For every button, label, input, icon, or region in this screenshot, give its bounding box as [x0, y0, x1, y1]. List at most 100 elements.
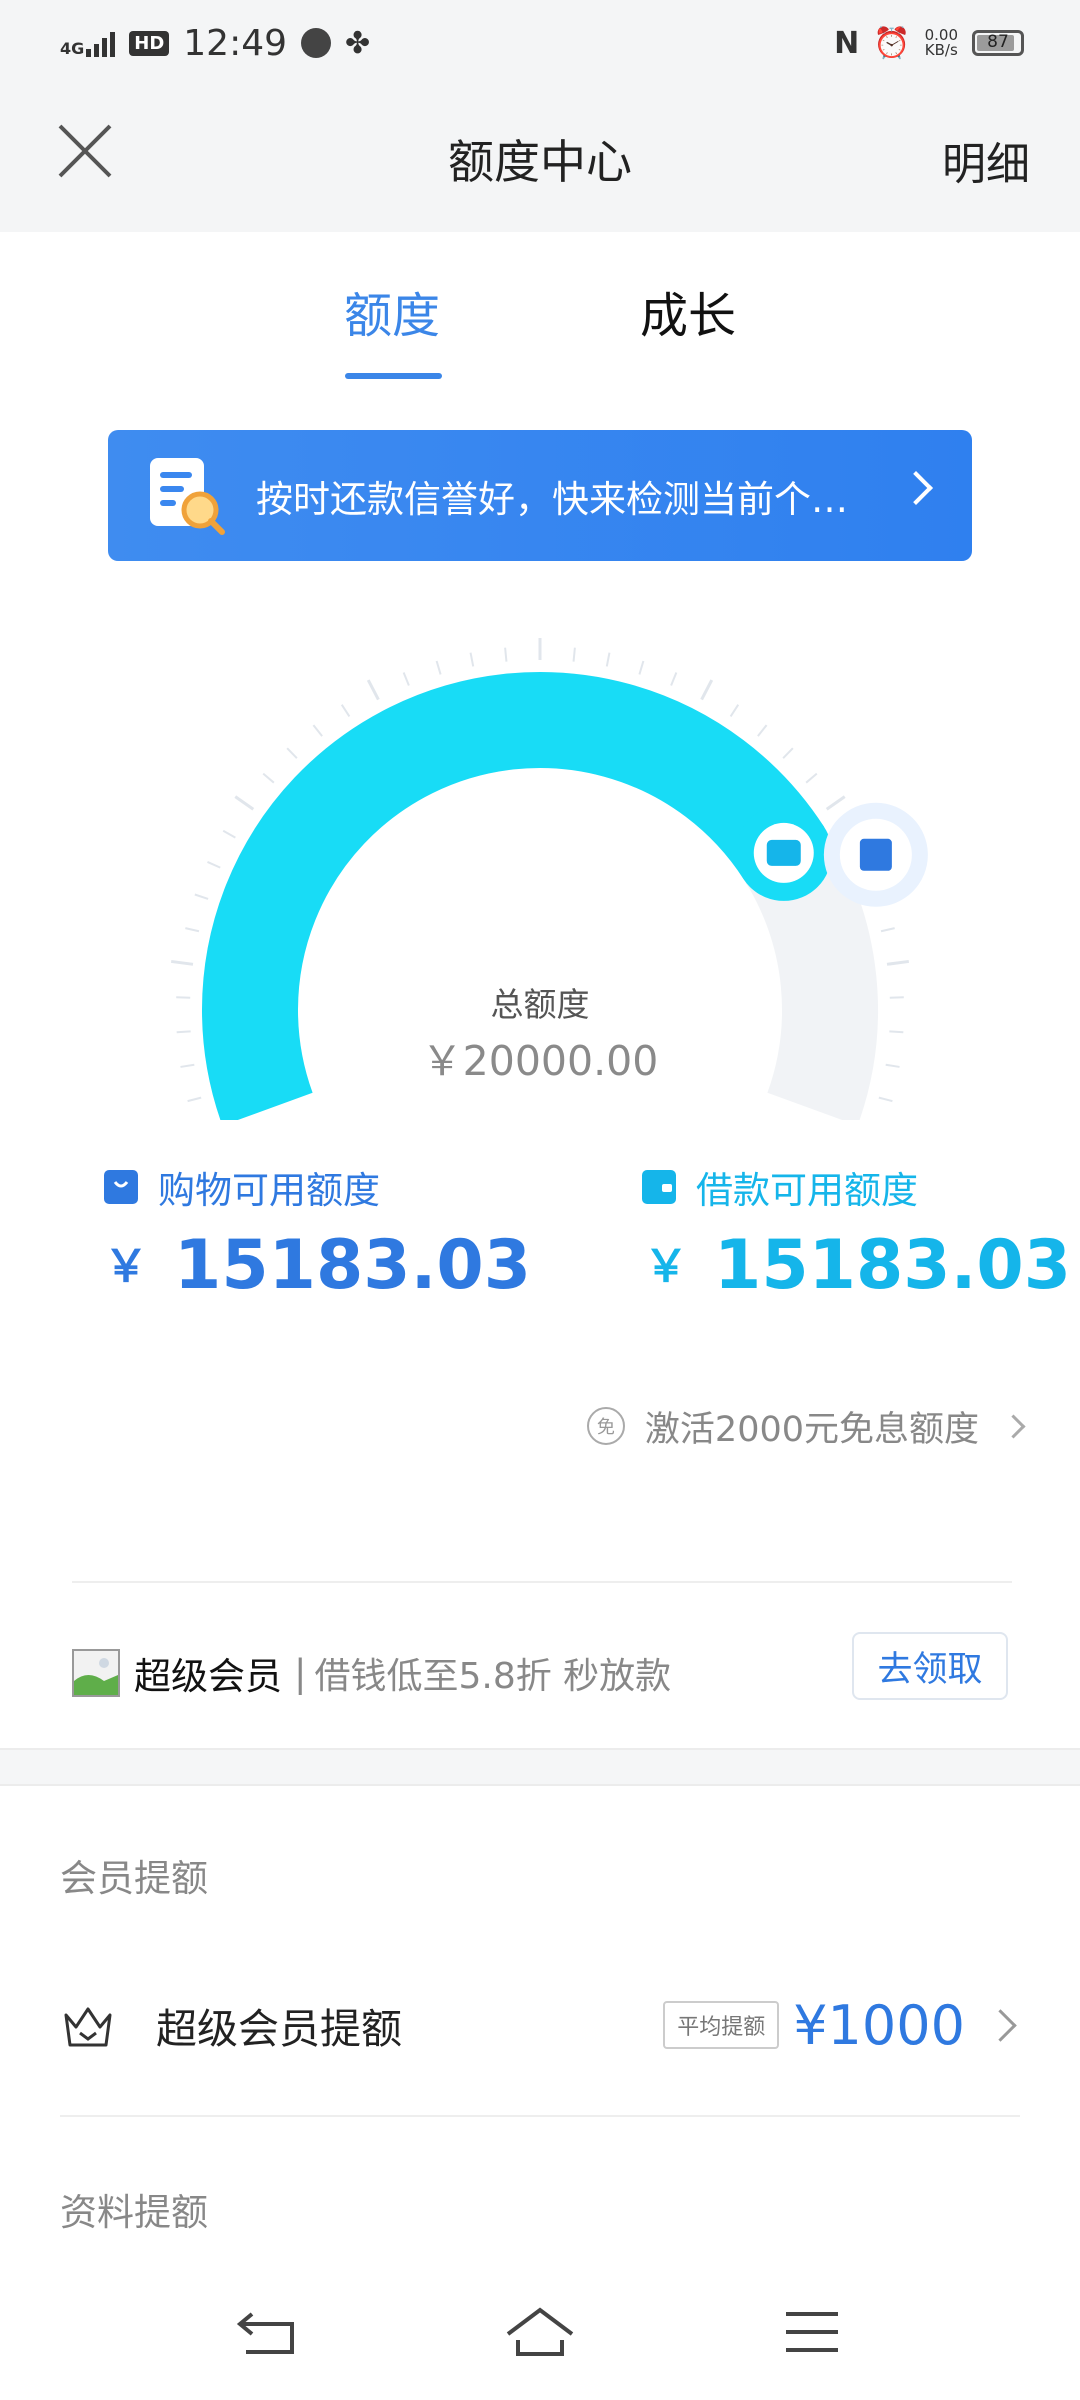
- tab-quota[interactable]: 额度: [344, 276, 440, 346]
- gauge-tick: [880, 927, 895, 933]
- app-header: 额度中心 明细: [0, 86, 1080, 232]
- app-notification-icon: [301, 28, 332, 58]
- wallet-icon: [766, 839, 801, 866]
- gauge-tick: [435, 660, 442, 675]
- back-icon: [236, 2312, 294, 2354]
- status-left: 4G HD 12:49 ✤: [60, 16, 370, 70]
- document-search-icon: [146, 456, 226, 536]
- network-indicator: 4G: [60, 29, 116, 58]
- gauge-tick: [340, 704, 351, 718]
- item-right: 平均提额 ¥1000: [663, 1990, 1020, 2060]
- gauge-tick: [700, 679, 714, 701]
- home-button[interactable]: [500, 2298, 580, 2368]
- gauge-tick: [886, 959, 910, 966]
- gauge-tick: [572, 647, 576, 662]
- member-desc: 借钱低至5.8折 秒放款: [314, 1656, 672, 1697]
- back-button[interactable]: [228, 2298, 308, 2368]
- gauge-tick: [638, 660, 645, 675]
- member-title: 超级会员: [134, 1655, 282, 1698]
- member-separator: |: [294, 1651, 307, 1695]
- loan-amount: 15183.03: [714, 1226, 1072, 1305]
- item-title: 超级会员提额: [156, 2005, 402, 2053]
- shopping-bag-icon: [859, 838, 892, 871]
- clock-time: 12:49: [183, 22, 288, 64]
- total-quota-label: 总额度: [490, 985, 590, 1024]
- gauge-tick: [366, 679, 380, 701]
- divider: [72, 1581, 1012, 1583]
- member-image-icon: [72, 1649, 120, 1697]
- speed-unit: KB/s: [924, 41, 958, 59]
- gauge-tick: [312, 724, 323, 737]
- menu-icon: [786, 2312, 838, 2352]
- section-gap: [0, 1748, 1080, 1786]
- page-title: 额度中心: [448, 135, 632, 189]
- loan-quota-label: 借款可用额度: [642, 1160, 918, 1214]
- fan-icon: ✤: [345, 25, 371, 61]
- total-quota-value: ￥20000.00: [421, 1037, 659, 1085]
- super-member-raise-item[interactable]: 超级会员提额 平均提额 ¥1000: [60, 1990, 1020, 2060]
- gauge-tick: [757, 724, 768, 737]
- signal-icon: [86, 29, 116, 57]
- shopping-quota-label: 购物可用额度: [104, 1160, 380, 1214]
- gauge-tick: [782, 747, 794, 759]
- gauge-tick: [185, 927, 200, 933]
- chevron-right-icon: [899, 471, 933, 505]
- system-nav-bar: [0, 2270, 1080, 2400]
- detail-button[interactable]: 明细: [942, 128, 1030, 192]
- loan-quota-value: ￥ 15183.03: [644, 1226, 1071, 1305]
- banner-text: 按时还款信誉好，快来检测当前个…: [256, 477, 848, 521]
- raise-amount: ¥1000: [793, 1993, 965, 2057]
- currency-symbol: ￥: [644, 1241, 688, 1292]
- menu-button[interactable]: [772, 2298, 852, 2368]
- shopping-quota-text: 购物可用额度: [158, 1169, 380, 1212]
- claim-button[interactable]: 去领取: [852, 1632, 1008, 1700]
- chevron-right-icon: [984, 2008, 1017, 2042]
- battery-icon: 87: [972, 30, 1024, 56]
- gauge-tick: [729, 704, 740, 718]
- status-bar: 4G HD 12:49 ✤ N ⏰ 0.00 KB/s 87: [0, 0, 1080, 86]
- interest-free-icon: 免: [586, 1407, 625, 1445]
- shopping-bag-icon: [104, 1170, 138, 1204]
- gauge-tick: [402, 672, 410, 686]
- gauge-tick: [187, 1096, 202, 1103]
- shopping-amount: 15183.03: [174, 1226, 532, 1305]
- battery-level: 87: [987, 32, 1009, 52]
- gauge-tick: [170, 959, 194, 966]
- gauge-tick: [222, 829, 236, 839]
- home-icon: [506, 2307, 574, 2356]
- tab-growth[interactable]: 成长: [640, 276, 736, 346]
- currency-symbol: ￥: [104, 1241, 148, 1292]
- gauge-tick: [262, 772, 275, 784]
- nfc-icon: N: [834, 25, 860, 61]
- gauge-tick: [670, 672, 678, 686]
- activate-text: 激活2000元免息额度: [644, 1409, 979, 1450]
- section-title-info-raise: 资料提额: [60, 2191, 208, 2234]
- shopping-quota-value: ￥ 15183.03: [104, 1226, 531, 1305]
- super-member-row: 超级会员 | 借钱低至5.8折 秒放款 去领取: [72, 1630, 1008, 1716]
- alarm-icon: ⏰: [873, 25, 911, 61]
- gauge-tick: [207, 861, 221, 869]
- gauge-tick: [805, 772, 818, 784]
- chevron-right-icon: [1001, 1413, 1026, 1439]
- average-raise-badge: 平均提额: [663, 2001, 780, 2049]
- gauge-tick: [286, 747, 298, 759]
- gauge-tick: [234, 795, 255, 811]
- wallet-icon: [642, 1170, 676, 1204]
- crown-icon: [64, 2007, 112, 2047]
- gauge-tick: [605, 652, 611, 667]
- hd-icon: HD: [129, 30, 170, 56]
- network-speed: 0.00 KB/s: [925, 28, 958, 58]
- gauge-tick: [504, 647, 508, 662]
- status-right: N ⏰ 0.00 KB/s 87: [834, 20, 1024, 66]
- section-title-member-raise: 会员提额: [60, 1857, 208, 1900]
- network-type: 4G: [60, 39, 85, 58]
- gauge-tick: [825, 795, 846, 811]
- credit-check-banner[interactable]: 按时还款信誉好，快来检测当前个…: [108, 430, 972, 561]
- gauge-tick: [878, 1096, 893, 1103]
- activate-interest-free-link[interactable]: 免 激活2000元免息额度: [586, 1400, 1026, 1452]
- gauge-tick: [469, 652, 475, 667]
- divider: [60, 2115, 1020, 2117]
- loan-quota-text: 借款可用额度: [696, 1169, 918, 1212]
- active-tab-indicator: [345, 373, 442, 379]
- gauge-tick: [194, 893, 209, 900]
